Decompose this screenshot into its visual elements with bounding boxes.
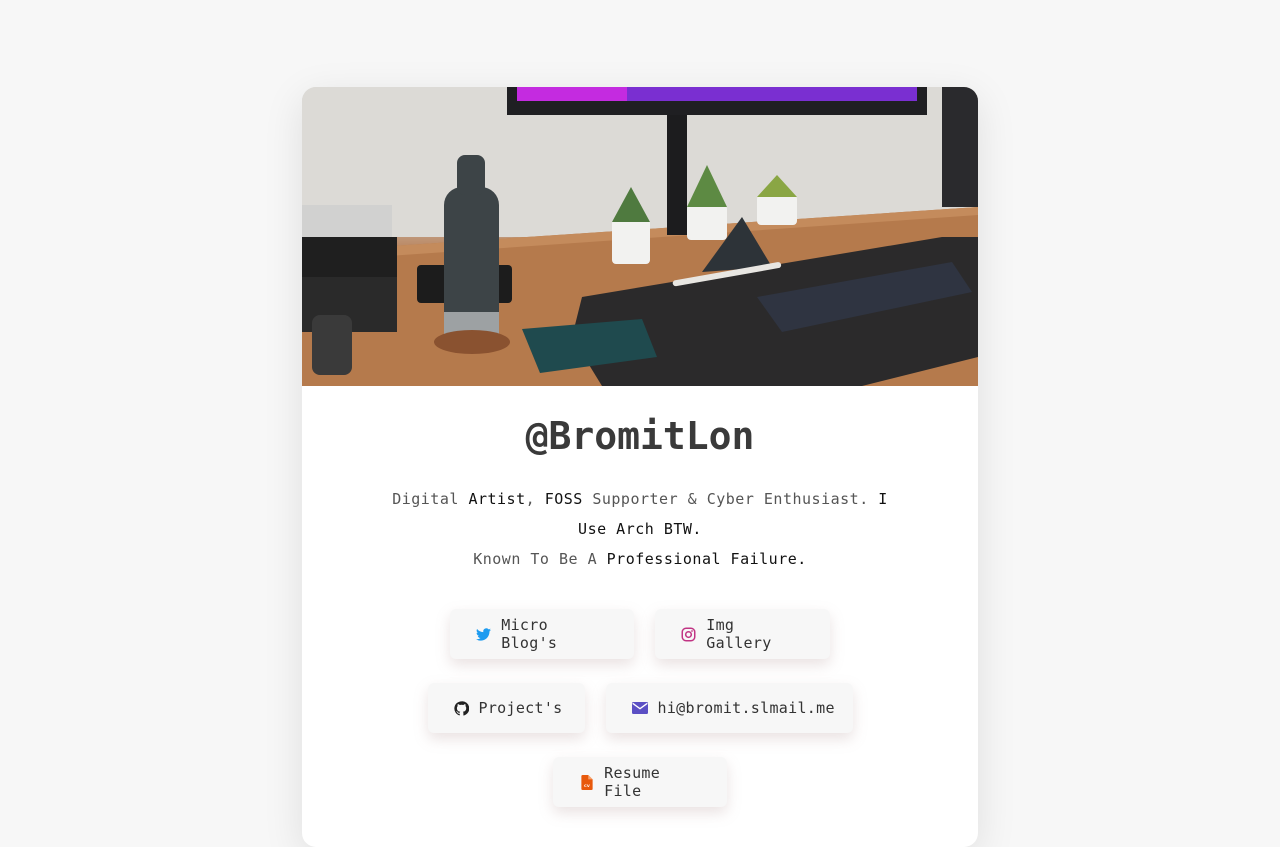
img-gallery-label: Img Gallery — [706, 616, 772, 652]
email-button[interactable]: hi@bromit.slmail.me — [605, 683, 853, 733]
twitter-icon — [476, 626, 492, 642]
profile-handle: @BromitLon — [525, 414, 755, 458]
bio-text: Digital — [392, 490, 469, 508]
bio-text: , — [525, 490, 545, 508]
instagram-icon — [681, 626, 696, 642]
projects-label: Project's — [478, 699, 563, 717]
header-image — [302, 87, 978, 386]
bio-text: Known To Be A — [473, 550, 607, 568]
links-row-2: Project's hi@bromit.slmail.me — [302, 683, 978, 733]
bio-highlight: Artist — [468, 490, 526, 508]
bio-text: Supporter & Cyber Enthusiast. — [582, 490, 879, 508]
desk-photo-illustration — [302, 87, 978, 386]
bio-highlight: Professional Failure. — [606, 550, 807, 568]
projects-button[interactable]: Project's — [427, 683, 585, 733]
profile-card: @BromitLon Digital Artist, FOSS Supporte… — [302, 87, 978, 847]
envelope-icon — [631, 700, 648, 716]
bio-highlight: FOSS — [544, 490, 583, 508]
file-cv-icon: CV — [579, 774, 594, 790]
links-row-1: Micro Blog's Img Gallery — [302, 609, 978, 659]
micro-blog-label: Micro Blog's — [501, 616, 558, 652]
svg-text:CV: CV — [584, 783, 590, 787]
github-icon — [453, 700, 469, 716]
img-gallery-button[interactable]: Img Gallery — [655, 609, 830, 659]
resume-label: Resume File — [604, 764, 661, 800]
email-label: hi@bromit.slmail.me — [657, 699, 835, 717]
micro-blog-button[interactable]: Micro Blog's — [450, 609, 634, 659]
profile-bio: Digital Artist, FOSS Supporter & Cyber E… — [390, 484, 890, 574]
